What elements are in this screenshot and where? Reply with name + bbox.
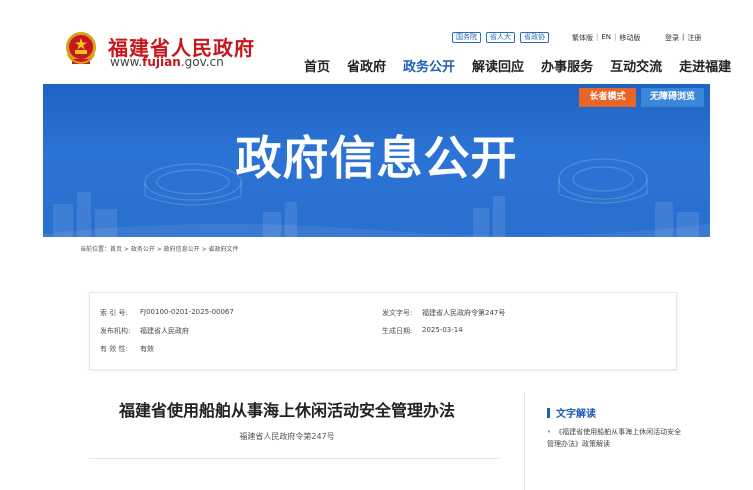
separator: | xyxy=(682,33,685,41)
site-url-brand: fujian xyxy=(142,55,181,69)
document-metadata-box: 索 引 号: FJ00100-0201-2025-00067 发文字号: 福建省… xyxy=(89,292,677,370)
english-link[interactable]: EN xyxy=(601,33,611,43)
sidebar-heading-text: 文字解读 xyxy=(556,409,596,420)
nav-government-affairs[interactable]: 政务公开 xyxy=(403,56,455,75)
site-url-prefix: www. xyxy=(110,55,143,69)
nav-home[interactable]: 首页 xyxy=(304,56,330,75)
utility-links: 繁体版 | EN | 移动版 xyxy=(572,33,640,43)
sidebar-heading: 文字解读 xyxy=(547,405,596,420)
meta-date-row: 生成日期: 2025-03-14 xyxy=(382,326,463,336)
elder-mode-button[interactable]: 长者模式 xyxy=(579,88,636,107)
chip-state-council[interactable]: 国务院 xyxy=(452,32,481,43)
banner-title: 政府信息公开 xyxy=(235,131,518,185)
document-title: 福建省使用船舶从事海上休闲活动安全管理办法 xyxy=(118,401,455,420)
meta-issuer-value: 福建省人民政府 xyxy=(140,327,189,335)
main-nav: 首页 省政府 政务公开 解读回应 办事服务 互动交流 走进福建 xyxy=(304,56,731,75)
meta-issuer-label: 发布机构: xyxy=(100,327,131,335)
meta-index-row: 索 引 号: FJ00100-0201-2025-00067 xyxy=(100,308,234,318)
nav-services[interactable]: 办事服务 xyxy=(541,56,593,75)
interpretation-link[interactable]: • 《福建省使用船舶从事海上休闲活动安全管理办法》政策解读 xyxy=(547,426,687,450)
chip-provincial-congress[interactable]: 省人大 xyxy=(486,32,515,43)
chip-provincial-cppcc[interactable]: 省政协 xyxy=(520,32,549,43)
meta-issuer-row: 发布机构: 福建省人民政府 xyxy=(100,326,189,336)
national-emblem-icon[interactable] xyxy=(63,30,99,66)
meta-index-label: 索 引 号: xyxy=(100,309,128,317)
register-link[interactable]: 注册 xyxy=(687,33,701,43)
hero-banner: 长者模式 无障碍浏览 政府信息公开 xyxy=(43,84,710,237)
meta-doc-no-value: 福建省人民政府令第247号 xyxy=(422,309,506,317)
accessible-browsing-button[interactable]: 无障碍浏览 xyxy=(641,88,704,107)
nav-about-fujian[interactable]: 走进福建 xyxy=(679,56,731,75)
site-url[interactable]: www.fujian.gov.cn xyxy=(110,55,224,69)
content-card: 当前位置：首页 > 政务公开 > 政府信息公开 > 省政府文件 索 引 号: F… xyxy=(71,237,706,490)
sidebar-divider xyxy=(524,392,525,490)
interpretation-link-text[interactable]: 《福建省使用船舶从事海上休闲活动安全管理办法》政策解读 xyxy=(547,428,681,448)
login-links: 登录 | 注册 xyxy=(665,33,701,43)
nav-interaction[interactable]: 互动交流 xyxy=(610,56,662,75)
meta-index-value: FJ00100-0201-2025-00067 xyxy=(140,308,234,316)
separator: | xyxy=(596,33,599,41)
separator: | xyxy=(614,33,617,41)
heading-bar-icon xyxy=(547,407,550,418)
meta-validity-row: 有 效 性: 有效 xyxy=(100,344,154,354)
traditional-chinese-link[interactable]: 繁体版 xyxy=(572,33,593,43)
meta-validity-label: 有 效 性: xyxy=(100,345,128,353)
nav-interpretation[interactable]: 解读回应 xyxy=(472,56,524,75)
meta-doc-no-row: 发文字号: 福建省人民政府令第247号 xyxy=(382,308,505,318)
divider xyxy=(89,458,499,459)
bullet-icon: • xyxy=(547,428,552,436)
login-link[interactable]: 登录 xyxy=(665,33,679,43)
meta-doc-no-label: 发文字号: xyxy=(382,309,413,317)
breadcrumb[interactable]: 当前位置：首页 > 政务公开 > 政府信息公开 > 省政府文件 xyxy=(80,244,239,253)
top-chip-links: 国务院 省人大 省政协 xyxy=(452,32,549,46)
site-url-suffix: .gov.cn xyxy=(180,55,224,69)
meta-validity-value: 有效 xyxy=(140,345,154,353)
mobile-link[interactable]: 移动版 xyxy=(619,33,640,43)
site-header: 福建省人民政府 www.fujian.gov.cn 国务院 省人大 省政协 繁体… xyxy=(0,0,753,84)
nav-provincial-government[interactable]: 省政府 xyxy=(347,56,386,75)
meta-date-label: 生成日期: xyxy=(382,327,413,335)
meta-date-value: 2025-03-14 xyxy=(422,326,463,334)
document-subtitle: 福建省人民政府令第247号 xyxy=(239,432,335,441)
